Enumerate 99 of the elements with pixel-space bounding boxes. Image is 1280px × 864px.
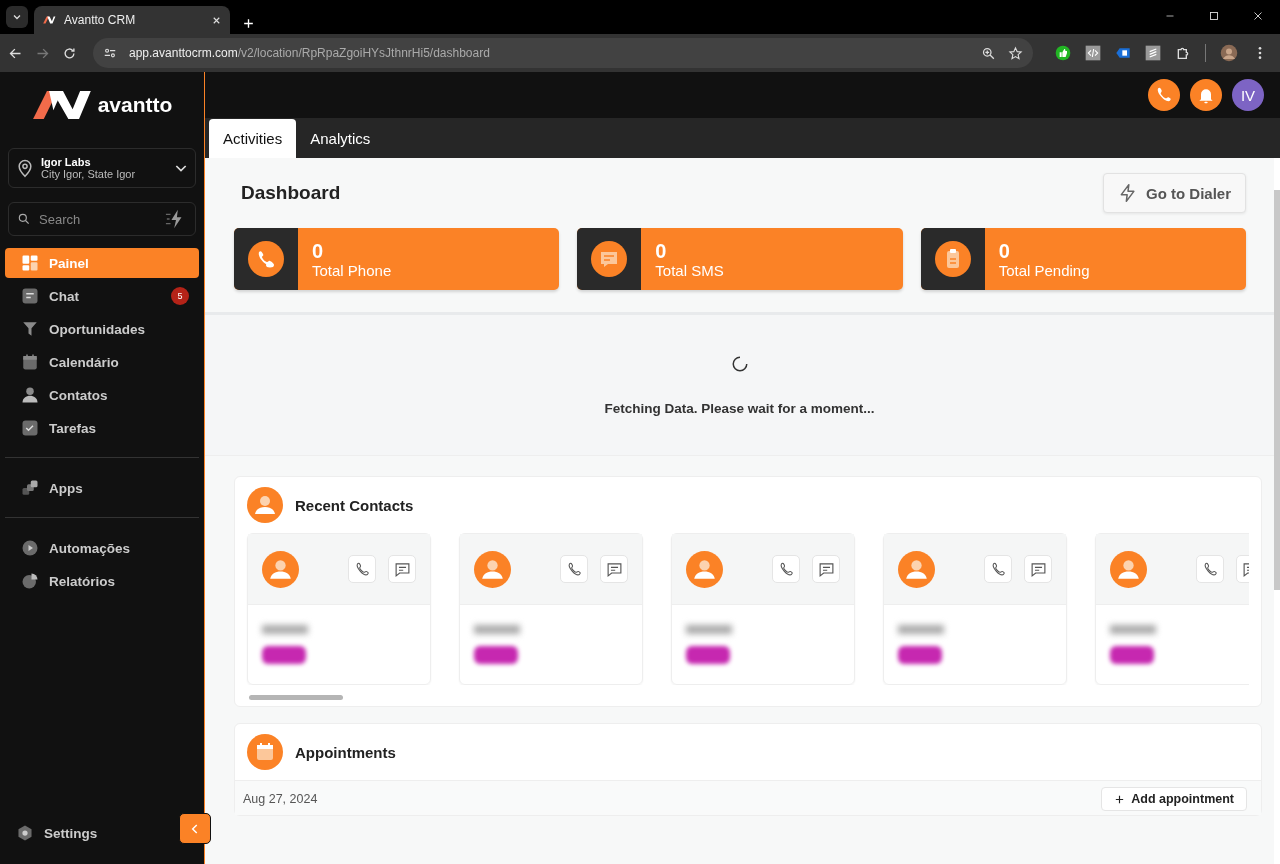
- checkbox-icon: [21, 419, 39, 437]
- redacted-tag: [262, 646, 306, 664]
- user-avatar[interactable]: IV: [1232, 79, 1264, 111]
- call-button[interactable]: [772, 555, 800, 583]
- nav-item[interactable]: Apps: [5, 473, 199, 503]
- collapse-sidebar-button[interactable]: [179, 813, 211, 844]
- thumbs-up-icon: [1055, 45, 1071, 61]
- nav-item[interactable]: Chat 5: [5, 281, 199, 311]
- stat-label: Total Phone: [312, 261, 392, 279]
- contact-card[interactable]: [671, 533, 855, 685]
- contact-card[interactable]: [459, 533, 643, 685]
- tab-search-button[interactable]: [6, 6, 28, 28]
- location-name: Igor Labs: [41, 156, 92, 168]
- phone-icon: [248, 241, 284, 277]
- code-icon: [1085, 45, 1101, 61]
- person-avatar-icon: [247, 487, 283, 523]
- contact-card[interactable]: [1095, 533, 1249, 685]
- stat-label: Total Pending: [998, 261, 1090, 279]
- redacted-tag: [1110, 646, 1154, 664]
- close-icon: [1252, 10, 1264, 22]
- message-icon: [1029, 560, 1047, 578]
- puzzle-icon: [1175, 45, 1191, 61]
- blocks-icon: [21, 479, 39, 497]
- pie-chart-icon: [21, 572, 39, 590]
- nav-item[interactable]: Relatórios: [5, 566, 199, 596]
- calendar-icon: [21, 353, 39, 371]
- nav-item[interactable]: Calendário: [5, 347, 199, 377]
- message-icon: [817, 560, 835, 578]
- play-circle-icon: [21, 539, 39, 557]
- stat-value: 0: [998, 239, 1011, 262]
- stat-value: 0: [312, 239, 325, 262]
- tag-icon: [1115, 45, 1131, 61]
- message-button[interactable]: [388, 555, 416, 583]
- person-avatar-icon: [686, 550, 723, 588]
- section-title: Appointments: [295, 743, 396, 761]
- loading-message: Fetching Data. Please wait for a moment...: [604, 400, 875, 416]
- call-button[interactable]: [348, 555, 376, 583]
- profile-avatar-icon: [1220, 44, 1238, 62]
- nav-item[interactable]: Tarefas: [5, 413, 199, 443]
- page-title: Dashboard: [241, 182, 341, 204]
- message-icon: [393, 560, 411, 578]
- search-field[interactable]: Search: [8, 202, 196, 236]
- funnel-icon: [21, 320, 39, 338]
- maximize-icon: [1208, 10, 1220, 22]
- plus-icon: [1114, 793, 1126, 805]
- appointment-date: Aug 27, 2024: [243, 792, 318, 806]
- reload-icon: [62, 45, 77, 61]
- map-pin-icon: [15, 158, 35, 178]
- call-button[interactable]: [984, 555, 1012, 583]
- unread-count: 5: [171, 287, 189, 305]
- tab[interactable]: Analytics: [296, 118, 385, 158]
- spinner-icon: [730, 354, 749, 373]
- call-button[interactable]: [560, 555, 588, 583]
- redacted-tag: [474, 646, 518, 664]
- clipboard-icon: [934, 241, 971, 277]
- nav-item[interactable]: Oportunidades: [5, 314, 199, 344]
- browser-tab[interactable]: Avantto CRM: [34, 6, 230, 34]
- nav-item[interactable]: Contatos: [5, 380, 199, 410]
- calendar-icon: [247, 734, 283, 770]
- search-icon: [17, 212, 31, 226]
- person-avatar-icon: [262, 550, 299, 588]
- location-selector[interactable]: Igor Labs City Igor, State Igor: [8, 148, 196, 188]
- message-icon: [605, 560, 623, 578]
- message-icon: [591, 241, 628, 277]
- stat-label: Total SMS: [655, 261, 724, 279]
- zoom-icon: [981, 45, 996, 61]
- settings-link[interactable]: Settings: [16, 824, 98, 842]
- brand-name: avantto: [97, 93, 173, 117]
- add-appointment-button[interactable]: Add appointment: [1101, 787, 1247, 811]
- phone-button[interactable]: [1148, 79, 1180, 111]
- message-button[interactable]: [600, 555, 628, 583]
- star-icon: [1008, 45, 1023, 61]
- lightning-icon: [1118, 183, 1138, 203]
- notifications-button[interactable]: [1190, 79, 1222, 111]
- message-icon: [21, 287, 39, 305]
- person-avatar-icon: [898, 550, 935, 588]
- stat-value: 0: [655, 239, 668, 262]
- person-icon: [21, 386, 39, 404]
- tab[interactable]: Activities: [209, 119, 297, 158]
- go-to-dialer-button[interactable]: Go to Dialer: [1103, 173, 1246, 213]
- gear-icon: [16, 824, 34, 842]
- redacted-tag: [898, 646, 942, 664]
- section-title: Recent Contacts: [295, 496, 414, 514]
- contact-card[interactable]: [247, 533, 431, 685]
- address-bar[interactable]: app.avanttocrm.com/v2/location/RpRpaZgoiHYsJthnrHi5/dashboard: [93, 38, 1033, 68]
- site-settings-icon: [103, 46, 117, 60]
- person-avatar-icon: [1110, 550, 1147, 588]
- call-button[interactable]: [1196, 555, 1224, 583]
- message-button[interactable]: [812, 555, 840, 583]
- nav-item[interactable]: Automações: [5, 533, 199, 563]
- search-input[interactable]: Search: [37, 210, 159, 228]
- redacted-tag: [686, 646, 730, 664]
- plus-icon: [242, 17, 255, 30]
- message-button[interactable]: [1024, 555, 1052, 583]
- contact-card[interactable]: [883, 533, 1067, 685]
- person-avatar-icon: [474, 550, 511, 588]
- location-address: City Igor, State Igor: [41, 168, 137, 180]
- grid-icon: [21, 254, 39, 272]
- document-icon: [1145, 45, 1161, 61]
